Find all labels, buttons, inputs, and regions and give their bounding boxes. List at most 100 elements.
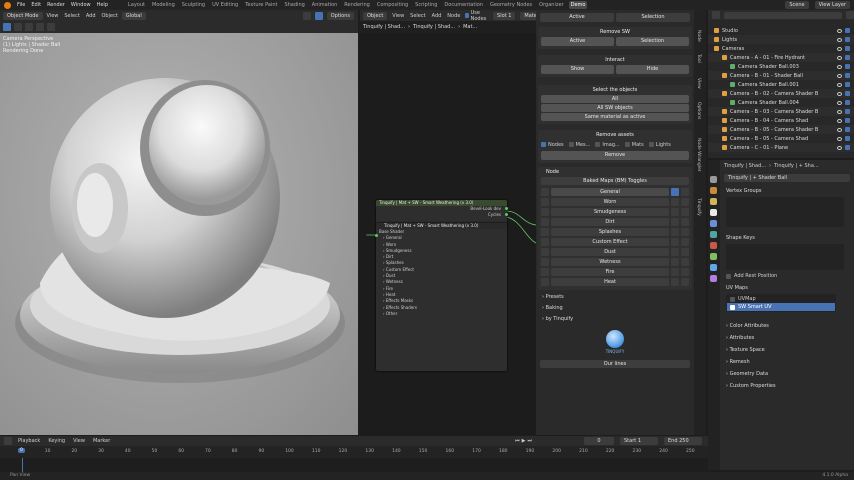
props-breadcrumb-item[interactable]: Tinquify | + Sha...: [774, 163, 819, 169]
props-section-custom-properties[interactable]: › Custom Properties: [708, 380, 854, 392]
bm-toggle-fire[interactable]: Fire: [551, 268, 669, 276]
node-group[interactable]: Tinquify | Mat + SW - Smart Weathering (…: [375, 223, 507, 371]
workspace-tab-documentation[interactable]: Documentation: [442, 1, 485, 9]
render-tab-icon[interactable]: [710, 187, 717, 194]
settings-icon[interactable]: [681, 218, 689, 226]
3d-viewport[interactable]: [0, 33, 358, 435]
toggle-icon[interactable]: [671, 278, 679, 286]
bm-toggle-dust[interactable]: Dust: [551, 248, 669, 256]
toggle-icon[interactable]: [671, 228, 679, 236]
timeline-menu-playback[interactable]: Playback: [18, 438, 40, 444]
our-lines-button[interactable]: Our lines: [540, 360, 690, 368]
scale-icon[interactable]: [47, 23, 55, 31]
render-check-icon[interactable]: [845, 28, 850, 33]
bm-toggle-smudgeness[interactable]: Smudgeness: [551, 208, 669, 216]
baked-maps-toggles-label[interactable]: Baked Maps (BM) Toggles: [541, 177, 689, 185]
timeline-ruler[interactable]: 0 10 20 30 40 50 60 70 80 90 100 110 120 130 140 150 160…: [0, 446, 708, 458]
node-canvas[interactable]: Tinquify | Mat + SW - Smart Weathering (…: [360, 33, 536, 435]
outliner-row[interactable]: Camera Shader Ball.004: [708, 98, 854, 107]
n-tab-tool[interactable]: Tool: [696, 54, 701, 63]
filter-icon[interactable]: [846, 11, 854, 19]
render-check-icon[interactable]: [845, 145, 850, 150]
timeline-menu-marker[interactable]: Marker: [93, 438, 110, 444]
render-check-icon[interactable]: [845, 91, 850, 96]
options-dropdown[interactable]: Options: [326, 11, 354, 20]
node-menu-node[interactable]: Node: [447, 13, 460, 19]
menu-file[interactable]: File: [17, 2, 25, 8]
render-check-icon[interactable]: [845, 82, 850, 87]
breadcrumb-item[interactable]: Tinquify | Shad...: [413, 24, 455, 30]
visibility-icon[interactable]: [541, 238, 549, 246]
visibility-eye-icon[interactable]: [837, 82, 842, 87]
uv-maps-header[interactable]: UV Maps: [708, 282, 854, 294]
vertex-groups-header[interactable]: Vertex Groups: [708, 185, 854, 197]
visibility-eye-icon[interactable]: [837, 73, 842, 78]
visibility-icon[interactable]: [541, 248, 549, 256]
bm-toggle-dirt[interactable]: Dirt: [551, 218, 669, 226]
visibility-eye-icon[interactable]: [837, 46, 842, 51]
outliner-row[interactable]: Cameras: [708, 44, 854, 53]
end-frame[interactable]: End 250: [664, 437, 702, 445]
visibility-icon[interactable]: [541, 198, 549, 206]
select-box-icon[interactable]: [3, 23, 11, 31]
node-menu-view[interactable]: View: [392, 13, 404, 19]
output-tab-icon[interactable]: [710, 198, 717, 205]
settings-icon[interactable]: [681, 198, 689, 206]
modifier-tab-icon[interactable]: [710, 253, 717, 260]
shape-keys-list[interactable]: [726, 244, 844, 270]
remove-assets-button[interactable]: Remove: [541, 151, 689, 160]
asset-check-imag[interactable]: Imag...: [595, 142, 620, 148]
tool-tab-icon[interactable]: [710, 176, 717, 183]
menu-help[interactable]: Help: [97, 2, 108, 8]
visibility-eye-icon[interactable]: [837, 55, 842, 60]
workspace-tab-compositing[interactable]: Compositing: [375, 1, 410, 9]
props-section-texture-space[interactable]: › Texture Space: [708, 344, 854, 356]
view-layer-selector[interactable]: View Layer: [814, 1, 850, 9]
outliner-row[interactable]: Camera - B - 05 - Camera Shad: [708, 134, 854, 143]
workspace-tab-rendering[interactable]: Rendering: [342, 1, 372, 9]
timeline-body[interactable]: [0, 458, 708, 472]
visibility-icon[interactable]: [541, 278, 549, 286]
start-frame[interactable]: Start 1: [620, 437, 658, 445]
node-menu-add[interactable]: Add: [432, 13, 442, 19]
render-check-icon[interactable]: [845, 73, 850, 78]
scene-tab-icon[interactable]: [710, 220, 717, 227]
render-check-icon[interactable]: [845, 109, 850, 114]
visibility-icon[interactable]: [541, 208, 549, 216]
menu-window[interactable]: Window: [71, 2, 91, 8]
n-tab-view[interactable]: View: [696, 78, 701, 89]
props-section-attributes[interactable]: › Attributes: [708, 332, 854, 344]
toggle-icon[interactable]: [671, 208, 679, 216]
n-tab-node[interactable]: Node: [696, 30, 701, 42]
node-menu-select[interactable]: Select: [410, 13, 425, 19]
outliner-row[interactable]: Camera - C - 01 - Plane: [708, 143, 854, 152]
outliner-row[interactable]: Camera Shader Ball.003: [708, 62, 854, 71]
transform-orientation[interactable]: Global: [121, 11, 146, 20]
add-rest-position[interactable]: Add Rest Position: [708, 270, 854, 282]
visibility-eye-icon[interactable]: [837, 118, 842, 123]
playback-controls[interactable]: ⏮ ▶ ⏭: [515, 438, 532, 444]
settings-icon[interactable]: [681, 258, 689, 266]
display-mode-icon[interactable]: [712, 11, 720, 19]
n-tab-node-wrangler[interactable]: Node Wrangler: [696, 138, 701, 172]
outliner-row[interactable]: Lights: [708, 35, 854, 44]
node-output[interactable]: Tinquify | Mat + SW - Smart Weathering (…: [376, 200, 508, 224]
settings-icon[interactable]: [681, 278, 689, 286]
toggle-icon[interactable]: [671, 248, 679, 256]
render-check-icon[interactable]: [845, 118, 850, 123]
uv-maps-list[interactable]: UVMap SW Smart UV: [726, 294, 836, 312]
move-icon[interactable]: [25, 23, 33, 31]
viewport-menu-view[interactable]: View: [47, 13, 59, 19]
outliner-row[interactable]: Camera - B - 05 - Camera Shader B: [708, 125, 854, 134]
props-section-geometry-data[interactable]: › Geometry Data: [708, 368, 854, 380]
select-sw-objects-button[interactable]: All SW objects: [541, 104, 689, 112]
object-name-field[interactable]: Tinquify | + Shader Ball: [724, 174, 850, 182]
asset-check-nodes[interactable]: Nodes: [541, 142, 564, 148]
slot-dropdown[interactable]: Slot 1: [493, 11, 516, 20]
toggle-icon[interactable]: [671, 268, 679, 276]
toggle-icon[interactable]: [671, 258, 679, 266]
n-tab-options[interactable]: Options: [696, 102, 701, 119]
settings-icon[interactable]: [681, 228, 689, 236]
visibility-icon[interactable]: [541, 228, 549, 236]
visibility-icon[interactable]: [541, 258, 549, 266]
